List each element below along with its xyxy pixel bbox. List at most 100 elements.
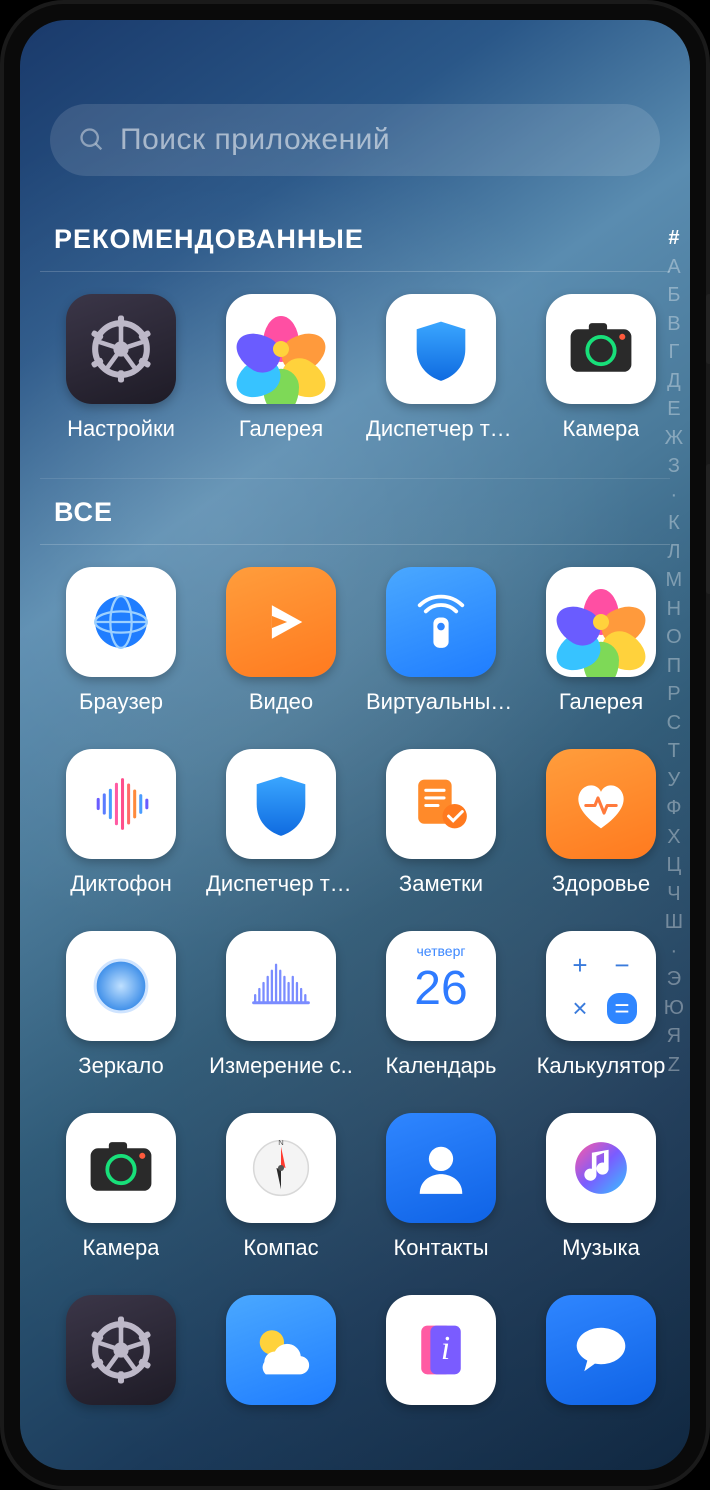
alpha-index-letter[interactable]: Я (667, 1026, 681, 1046)
alpha-index-letter[interactable]: Л (667, 542, 680, 562)
app-label: Браузер (79, 689, 163, 715)
alpha-index-letter[interactable]: Ц (666, 855, 681, 875)
alpha-index-letter[interactable]: Б (667, 285, 680, 305)
app-label: Музыка (562, 1235, 640, 1261)
messages-icon (546, 1295, 656, 1405)
app-contacts[interactable]: Контакты (366, 1113, 516, 1261)
alpha-index-letter[interactable]: Э (667, 969, 681, 989)
volume-button (706, 464, 710, 594)
app-camera[interactable]: Камера (46, 1113, 196, 1261)
app-gallery[interactable]: Галерея (206, 294, 356, 442)
alpha-index-letter[interactable]: Р (667, 684, 680, 704)
all-apps-grid: Браузер Видео Виртуальный пульт Галерея Дикт… (40, 545, 670, 1435)
app-mirror[interactable]: Зеркало (46, 931, 196, 1079)
alpha-index-letter[interactable]: Ш (665, 912, 683, 932)
alpha-index-letter[interactable]: С (667, 713, 681, 733)
app-label: Диспетчер телефона (206, 871, 356, 897)
app-label: Здоровье (552, 871, 650, 897)
app-video[interactable]: Видео (206, 567, 356, 715)
section-recommended-title: РЕКОМЕНДОВАННЫЕ (40, 206, 670, 272)
contacts-icon (386, 1113, 496, 1223)
music-icon (546, 1113, 656, 1223)
alpha-index-letter[interactable]: М (666, 570, 683, 590)
alpha-index-letter[interactable]: П (667, 656, 681, 676)
tips-icon: i (386, 1295, 496, 1405)
alpha-index-letter[interactable]: Е (667, 399, 680, 419)
app-sound-meter[interactable]: Измерение с.. (206, 931, 356, 1079)
app-label: Заметки (399, 871, 483, 897)
app-label: Диспетчер телефона (366, 416, 516, 442)
search-input[interactable]: Поиск приложений (50, 104, 660, 176)
gallery-icon (226, 294, 336, 404)
health-icon (546, 749, 656, 859)
app-recorder[interactable]: Диктофон (46, 749, 196, 897)
app-phone-manager[interactable]: Диспетчер телефона (366, 294, 516, 442)
app-camera[interactable]: Камера (526, 294, 676, 442)
app-label: Календарь (385, 1053, 496, 1079)
alpha-index-letter[interactable]: Ю (664, 998, 684, 1018)
app-label: Калькулятор (537, 1053, 666, 1079)
app-settings[interactable]: Настройки (46, 294, 196, 442)
alpha-index-letter[interactable]: Z (668, 1055, 680, 1075)
app-label: Диктофон (70, 871, 172, 897)
app-label: Виртуальный пульт (366, 689, 516, 715)
section-all-title: ВСЕ (40, 478, 670, 545)
alpha-index-letter[interactable]: Ч (667, 884, 680, 904)
alpha-index-letter[interactable]: А (667, 257, 680, 277)
app-remote[interactable]: Виртуальный пульт (366, 567, 516, 715)
alpha-index-letter[interactable]: · (671, 941, 678, 961)
alpha-index-letter[interactable]: Д (667, 371, 681, 391)
camera-icon (546, 294, 656, 404)
mirror-icon (66, 931, 176, 1041)
app-label: Галерея (239, 416, 323, 442)
app-label: Контакты (393, 1235, 488, 1261)
alpha-index-letter[interactable]: Ф (666, 798, 681, 818)
power-button (706, 294, 710, 364)
notes-icon (386, 749, 496, 859)
recommended-grid: Настройки Галерея Диспетчер телефона Камера (40, 272, 670, 472)
app-settings[interactable]: Настройки (46, 1295, 196, 1405)
phone-frame: Поиск приложений РЕКОМЕНДОВАННЫЕ Настрой… (4, 4, 706, 1486)
app-label: Галерея (559, 689, 643, 715)
app-label: Компас (243, 1235, 318, 1261)
alpha-index-letter[interactable]: В (667, 314, 680, 334)
alpha-index-letter[interactable]: З (668, 456, 680, 476)
alpha-index-letter[interactable]: Ж (665, 428, 683, 448)
gallery-icon (546, 567, 656, 677)
alpha-index-letter[interactable]: О (666, 627, 682, 647)
alpha-index-letter[interactable]: · (671, 485, 678, 505)
recorder-icon (66, 749, 176, 859)
app-phone-manager[interactable]: Диспетчер телефона (206, 749, 356, 897)
app-health[interactable]: Здоровье (526, 749, 676, 897)
alpha-index-letter[interactable]: Х (667, 827, 680, 847)
alpha-index-letter[interactable]: Т (668, 741, 680, 761)
weather-icon (226, 1295, 336, 1405)
app-music[interactable]: Музыка (526, 1113, 676, 1261)
settings-icon (66, 294, 176, 404)
search-icon (78, 126, 106, 154)
app-label: Камера (563, 416, 640, 442)
app-label: Видео (249, 689, 313, 715)
screen: Поиск приложений РЕКОМЕНДОВАННЫЕ Настрой… (20, 20, 690, 1470)
settings-icon (66, 1295, 176, 1405)
app-messages[interactable]: Сообщения (526, 1295, 676, 1405)
browser-icon (66, 567, 176, 677)
video-icon (226, 567, 336, 677)
app-tips[interactable]: iСоветы (366, 1295, 516, 1405)
alpha-index-scrollbar[interactable]: # АБВГДЕЖЗ · КЛМНОПРСТУФХЦЧШ · ЭЮЯZ (664, 228, 684, 1075)
app-calculator[interactable]: +−×=Калькулятор (526, 931, 676, 1079)
app-gallery[interactable]: Галерея (526, 567, 676, 715)
phone-manager-icon (226, 749, 336, 859)
alpha-index-letter[interactable]: # (668, 228, 679, 248)
alpha-index-letter[interactable]: Н (667, 599, 681, 619)
app-weather[interactable]: Погода (206, 1295, 356, 1405)
app-calendar[interactable]: четверг26Календарь (366, 931, 516, 1079)
alpha-index-letter[interactable]: У (668, 770, 681, 790)
app-compass[interactable]: NКомпас (206, 1113, 356, 1261)
remote-icon (386, 567, 496, 677)
camera-icon (66, 1113, 176, 1223)
alpha-index-letter[interactable]: К (668, 513, 680, 533)
app-notes[interactable]: Заметки (366, 749, 516, 897)
app-browser[interactable]: Браузер (46, 567, 196, 715)
alpha-index-letter[interactable]: Г (668, 342, 679, 362)
